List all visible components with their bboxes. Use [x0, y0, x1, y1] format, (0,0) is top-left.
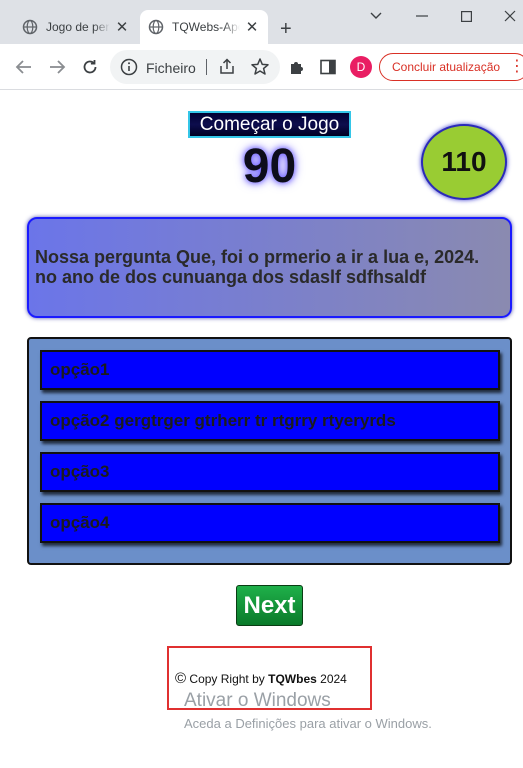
extensions-puzzle-icon[interactable]	[287, 57, 307, 77]
maximize-icon[interactable]	[450, 4, 482, 28]
profile-avatar[interactable]: D	[350, 56, 372, 78]
forward-arrow-icon[interactable]	[45, 55, 69, 79]
start-game-button[interactable]: Começar o Jogo	[188, 111, 351, 138]
address-bar[interactable]: Ficheiro	[110, 50, 280, 84]
windows-activation-watermark: Ativar o Windows Aceda a Definições para…	[184, 690, 432, 733]
tab-tqwebs[interactable]: TQWebs-Apostas ✕	[140, 10, 268, 44]
question-text: Nossa pergunta Que, foi o prmerio a ir a…	[35, 247, 480, 287]
copyright-brand: TQWbes	[268, 672, 317, 686]
tab-title: Jogo de perguntas	[46, 20, 110, 34]
answer-option-4[interactable]: opção4	[40, 503, 500, 543]
watermark-subtitle: Aceda a Definições para ativar o Windows…	[184, 716, 432, 731]
copyright-label: Copy Right by	[189, 672, 265, 686]
tab-search-chevron-icon[interactable]	[360, 4, 392, 28]
share-icon[interactable]	[218, 58, 236, 76]
globe-icon	[148, 19, 164, 35]
copyright-year: 2024	[320, 672, 347, 686]
page-viewport: Começar o Jogo 90 110 Nossa pergunta Que…	[3, 91, 523, 768]
menu-more-icon[interactable]: ⋮	[509, 57, 523, 77]
address-site-label: Ficheiro	[146, 60, 196, 76]
tab-jogo-de-perguntas[interactable]: Jogo de perguntas ✕	[14, 10, 138, 44]
answer-option-3[interactable]: opção3	[40, 452, 500, 492]
answer-option-2[interactable]: opção2 gergtrger gtrherr tr rtgrry rtyer…	[40, 401, 500, 441]
answer-option-1[interactable]: opção1	[40, 350, 500, 390]
globe-icon	[22, 19, 38, 35]
timer-display: 90	[242, 140, 297, 193]
back-arrow-icon[interactable]	[12, 55, 36, 79]
question-panel: Nossa pergunta Que, foi o prmerio a ir a…	[27, 217, 512, 318]
info-icon[interactable]	[120, 58, 138, 76]
close-tab-icon[interactable]: ✕	[244, 18, 260, 36]
close-window-icon[interactable]	[494, 4, 523, 28]
tab-title: TQWebs-Apostas	[172, 20, 240, 34]
reload-icon[interactable]	[78, 55, 102, 79]
answer-options-panel: opção1 opção2 gergtrger gtrherr tr rtgrr…	[27, 337, 512, 565]
address-divider	[206, 59, 207, 75]
score-value: 110	[441, 146, 487, 177]
side-panel-icon[interactable]	[318, 57, 338, 77]
close-tab-icon[interactable]: ✕	[114, 18, 130, 36]
score-badge: 110	[421, 124, 507, 200]
update-button[interactable]: Concluir atualização	[379, 53, 523, 81]
copyright-text: © Copy Right by TQWbes 2024	[175, 670, 347, 687]
bookmark-star-icon[interactable]	[250, 57, 270, 77]
minimize-icon[interactable]	[406, 4, 438, 28]
next-button[interactable]: Next	[236, 585, 303, 626]
watermark-title: Ativar o Windows	[184, 690, 331, 711]
browser-toolbar: Ficheiro D Concluir atualização ⋮	[0, 44, 523, 90]
tab-strip: Jogo de perguntas ✕ TQWebs-Apostas ✕ +	[0, 0, 523, 44]
copyright-symbol: ©	[175, 670, 187, 687]
new-tab-icon[interactable]: +	[280, 19, 292, 39]
